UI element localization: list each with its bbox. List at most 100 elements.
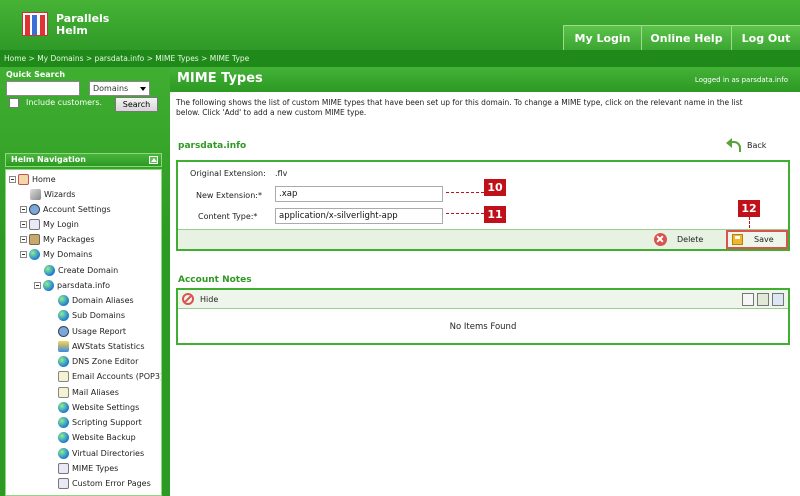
online-help-button[interactable]: Online Help xyxy=(641,25,731,50)
domain-heading: parsdata.info xyxy=(178,141,247,151)
tree-item-website-settings[interactable]: Website Settings xyxy=(58,400,139,414)
callout-11-badge: 11 xyxy=(484,206,506,223)
helm-navigation-header: Helm Navigation xyxy=(5,153,162,167)
expand-toggle-icon[interactable] xyxy=(20,205,27,213)
log-out-button[interactable]: Log Out xyxy=(731,25,800,50)
callout-10-badge: 10 xyxy=(484,179,506,196)
navigation-tree: Home Wizards Account Settings My Login M… xyxy=(5,169,162,496)
tree-item-my-domains[interactable]: My Domains xyxy=(20,247,92,261)
notes-toolbar: Hide xyxy=(178,290,788,309)
tree-item-mime-types[interactable]: MIME Types xyxy=(58,461,118,475)
collapse-icon[interactable] xyxy=(149,156,158,164)
globe-icon xyxy=(58,416,69,428)
globe-icon xyxy=(58,309,69,321)
globe-icon xyxy=(58,401,69,413)
my-login-button[interactable]: My Login xyxy=(563,25,641,50)
page-title: MIME Types xyxy=(177,71,263,86)
logged-in-status: Logged in as parsdata.info xyxy=(694,76,788,84)
hide-icon xyxy=(182,293,194,305)
tree-item-virtual-directories[interactable]: Virtual Directories xyxy=(58,446,144,460)
quick-search-title: Quick Search xyxy=(6,70,66,79)
back-arrow-icon xyxy=(726,138,741,152)
mime-type-form: Original Extension: .flv New Extension:*… xyxy=(176,160,790,251)
save-button[interactable]: Save xyxy=(726,230,788,249)
tree-item-account-settings[interactable]: Account Settings xyxy=(20,202,111,216)
back-button[interactable]: Back xyxy=(726,138,766,152)
callout-12-line xyxy=(749,217,750,228)
expand-toggle-icon[interactable] xyxy=(20,235,27,243)
tree-item-scripting-support[interactable]: Scripting Support xyxy=(58,415,142,429)
content-type-label: Content Type:* xyxy=(198,212,258,221)
globe-icon xyxy=(43,279,54,291)
save-icon xyxy=(732,234,743,245)
tree-item-website-backup[interactable]: Website Backup xyxy=(58,430,136,444)
mail-icon xyxy=(58,370,69,382)
brand-name: Parallels Helm xyxy=(56,12,110,37)
collapse-toggle-icon[interactable] xyxy=(34,281,41,289)
mail-icon xyxy=(58,386,69,398)
parallels-logo-icon xyxy=(22,12,48,36)
original-extension-label: Original Extension: xyxy=(190,169,266,178)
include-customers-checkbox[interactable] xyxy=(9,98,19,108)
top-navigation: My Login Online Help Log Out xyxy=(563,25,800,50)
account-notes-panel: Hide No Items Found xyxy=(176,288,790,345)
home-icon xyxy=(18,173,29,185)
tree-item-dns-zone-editor[interactable]: DNS Zone Editor xyxy=(58,354,138,368)
intro-text: The following shows the list of custom M… xyxy=(176,98,743,117)
original-extension-value: .flv xyxy=(275,169,288,178)
quick-search-input[interactable] xyxy=(6,81,80,96)
include-customers-label: Include customers. xyxy=(26,98,103,107)
chevron-down-icon xyxy=(140,87,146,91)
new-extension-label: New Extension:* xyxy=(196,191,262,200)
tree-item-email-accounts[interactable]: Email Accounts (POP3) xyxy=(58,369,161,383)
callout-10-line xyxy=(446,192,484,193)
content-type-input[interactable]: application/x-silverlight-app xyxy=(275,208,443,224)
app-header: Parallels Helm My Login Online Help Log O… xyxy=(0,0,800,50)
main-content: MIME Types Logged in as parsdata.info Th… xyxy=(170,67,800,496)
wand-icon xyxy=(30,188,41,200)
tree-item-sub-domains[interactable]: Sub Domains xyxy=(58,308,125,322)
document-icon[interactable] xyxy=(742,293,754,306)
left-panel: Quick Search Domains Include customers. … xyxy=(0,67,170,496)
tree-item-home[interactable]: Home xyxy=(9,172,56,186)
page-title-bar: MIME Types Logged in as parsdata.info xyxy=(170,67,800,92)
tree-item-awstats[interactable]: AWStats Statistics xyxy=(58,339,144,353)
globe-icon xyxy=(58,355,69,367)
new-extension-input[interactable]: .xap xyxy=(275,186,443,202)
account-settings-icon xyxy=(29,203,40,215)
no-items-message: No Items Found xyxy=(449,322,517,332)
tree-item-mail-aliases[interactable]: Mail Aliases xyxy=(58,385,119,399)
expand-toggle-icon[interactable] xyxy=(20,220,27,228)
gear-icon xyxy=(58,325,69,337)
package-icon xyxy=(29,233,40,245)
delete-icon xyxy=(654,233,667,246)
account-notes-heading: Account Notes xyxy=(178,275,252,285)
tree-item-usage-report[interactable]: Usage Report xyxy=(58,324,126,338)
collapse-toggle-icon[interactable] xyxy=(9,175,16,183)
globe-icon xyxy=(29,248,40,260)
globe-icon xyxy=(58,294,69,306)
search-button[interactable]: Search xyxy=(115,97,158,112)
breadcrumb[interactable]: Home > My Domains > parsdata.info > MIME… xyxy=(0,50,800,67)
tree-item-domain-aliases[interactable]: Domain Aliases xyxy=(58,293,134,307)
globe-icon xyxy=(44,264,55,276)
tree-item-wizards[interactable]: Wizards xyxy=(30,187,75,201)
collapse-toggle-icon[interactable] xyxy=(20,250,27,258)
globe-icon xyxy=(58,447,69,459)
callout-11-line xyxy=(446,213,484,214)
mime-icon xyxy=(58,462,69,474)
tree-item-create-domain[interactable]: Create Domain xyxy=(44,263,118,277)
chart-icon xyxy=(58,340,69,352)
tree-item-my-packages[interactable]: My Packages xyxy=(20,232,95,246)
callout-12-badge: 12 xyxy=(738,200,760,217)
hide-button[interactable]: Hide xyxy=(182,293,218,305)
login-icon xyxy=(29,218,40,230)
tree-item-parsdata-info[interactable]: parsdata.info xyxy=(34,278,110,292)
form-actions-bar: Delete Save xyxy=(178,229,788,249)
tree-item-custom-error-pages[interactable]: Custom Error Pages xyxy=(58,476,151,490)
delete-button[interactable]: Delete xyxy=(654,233,703,246)
spreadsheet-icon[interactable] xyxy=(757,293,769,306)
export-icon[interactable] xyxy=(772,293,784,306)
search-scope-select[interactable]: Domains xyxy=(89,81,150,96)
tree-item-my-login[interactable]: My Login xyxy=(20,217,79,231)
